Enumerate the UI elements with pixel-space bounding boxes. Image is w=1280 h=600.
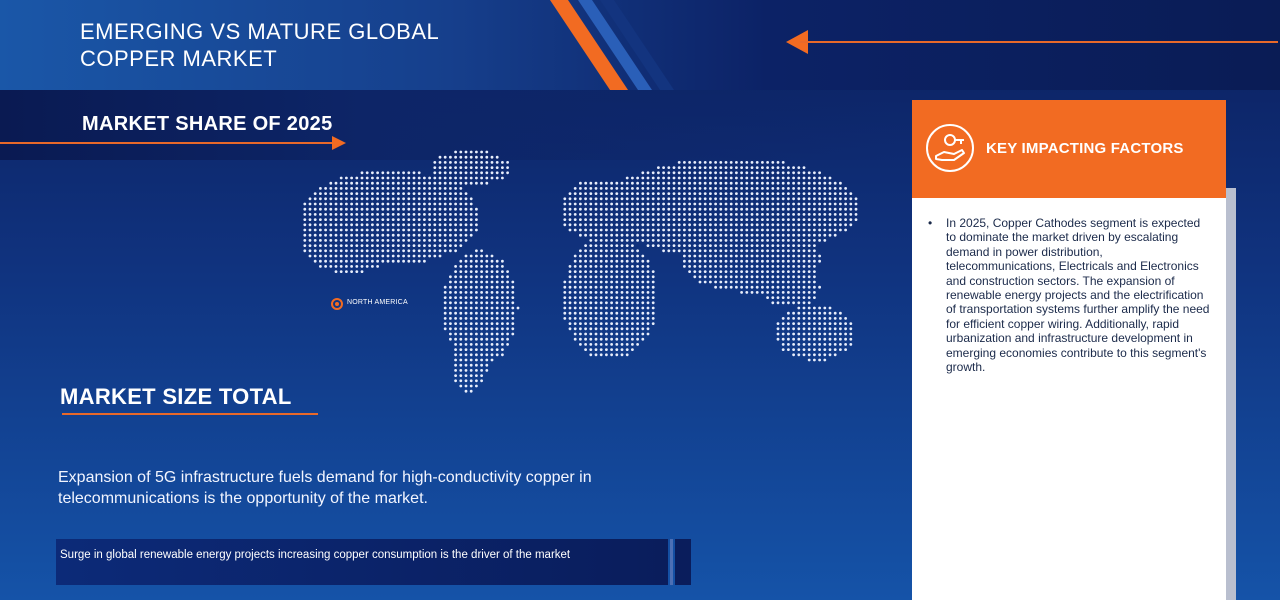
world-map xyxy=(303,150,858,393)
driver-box: Surge in global renewable energy project… xyxy=(56,539,668,585)
market-size-title: MARKET SIZE TOTAL xyxy=(60,384,292,409)
map-region-label: NORTH AMERICA xyxy=(347,299,408,306)
header-divider-line xyxy=(800,41,1278,43)
list-item: In 2025, Copper Cathodes segment is expe… xyxy=(928,216,1212,374)
key-factors-panel: KEY IMPACTING FACTORS In 2025, Copper Ca… xyxy=(912,100,1226,600)
opportunity-text: Expansion of 5G infrastructure fuels dem… xyxy=(58,469,592,507)
driver-accent-block xyxy=(675,539,691,585)
hand-key-icon xyxy=(926,124,974,172)
key-factors-list: In 2025, Copper Cathodes segment is expe… xyxy=(928,216,1212,374)
key-factors-title: KEY IMPACTING FACTORS xyxy=(986,140,1184,157)
market-size-underline xyxy=(62,413,318,415)
decorative-stripes xyxy=(550,0,674,90)
page-title: EMERGING VS MATURE GLOBAL COPPER MARKET xyxy=(80,19,439,71)
location-pin-icon xyxy=(331,298,343,310)
market-share-title: MARKET SHARE OF 2025 xyxy=(82,113,333,135)
header-banner: EMERGING VS MATURE GLOBAL COPPER MARKET xyxy=(0,0,1280,90)
market-share-underline xyxy=(0,142,336,144)
key-factors-header: KEY IMPACTING FACTORS xyxy=(912,100,1226,198)
driver-accent-bar xyxy=(670,539,673,585)
driver-text: Surge in global renewable energy project… xyxy=(60,549,571,561)
